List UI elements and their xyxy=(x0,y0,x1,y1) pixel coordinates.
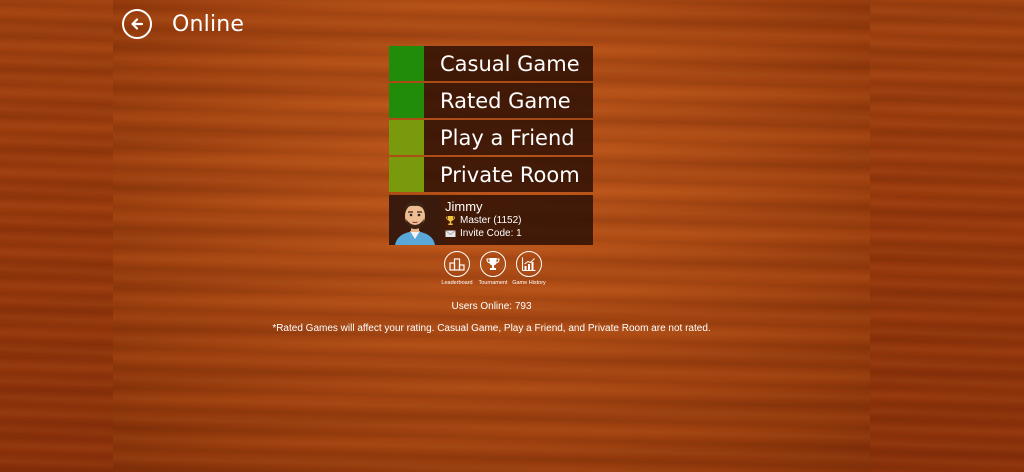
rating-note: *Rated Games will affect your rating. Ca… xyxy=(272,323,711,334)
tournament-circle xyxy=(480,251,506,277)
player-rank-row: Master (1152) xyxy=(445,214,522,227)
rated-game-button[interactable]: Rated Game xyxy=(389,83,593,118)
game-history-circle xyxy=(516,251,542,277)
secondary-actions: Leaderboard Tournament Game History xyxy=(440,251,546,286)
avatar xyxy=(389,195,441,245)
trophy-icon xyxy=(486,258,500,270)
tournament-button[interactable]: Tournament xyxy=(476,251,510,286)
back-arrow-icon xyxy=(131,18,144,30)
back-button[interactable] xyxy=(122,9,152,39)
private-room-button[interactable]: Private Room xyxy=(389,157,593,192)
podium-icon xyxy=(449,258,465,271)
game-history-label: Game History xyxy=(512,280,546,286)
trophy-icon xyxy=(446,216,455,225)
play-a-friend-button[interactable]: Play a Friend xyxy=(389,120,593,155)
profile-info: Jimmy Master (1152) Invite Code: 1 xyxy=(445,200,522,240)
menu-item-label: Play a Friend xyxy=(440,125,575,150)
tournament-label: Tournament xyxy=(478,280,508,286)
menu-item-swatch xyxy=(389,120,424,155)
users-online-count: Users Online: 793 xyxy=(451,301,532,312)
chart-icon xyxy=(521,257,536,272)
menu-item-swatch xyxy=(389,46,424,81)
game-history-button[interactable]: Game History xyxy=(512,251,546,286)
menu-item-label: Rated Game xyxy=(440,88,571,113)
player-name: Jimmy xyxy=(445,199,483,214)
invite-code: Invite Code: 1 xyxy=(460,228,522,239)
menu-item-label: Casual Game xyxy=(440,51,580,76)
game-mode-menu: Casual Game Rated Game Play a Friend Pri… xyxy=(389,46,593,194)
leaderboard-button[interactable]: Leaderboard xyxy=(440,251,474,286)
player-profile-card[interactable]: Jimmy Master (1152) Invite Code: 1 xyxy=(389,195,593,245)
leaderboard-circle xyxy=(444,251,470,277)
menu-item-swatch xyxy=(389,83,424,118)
envelope-icon xyxy=(445,230,456,237)
invite-code-row: Invite Code: 1 xyxy=(445,227,522,240)
casual-game-button[interactable]: Casual Game xyxy=(389,46,593,81)
menu-item-label: Private Room xyxy=(440,162,580,187)
menu-item-swatch xyxy=(389,157,424,192)
header: Online xyxy=(122,9,244,39)
leaderboard-label: Leaderboard xyxy=(441,280,473,286)
page-title: Online xyxy=(172,11,245,37)
player-rank: Master (1152) xyxy=(460,215,522,226)
